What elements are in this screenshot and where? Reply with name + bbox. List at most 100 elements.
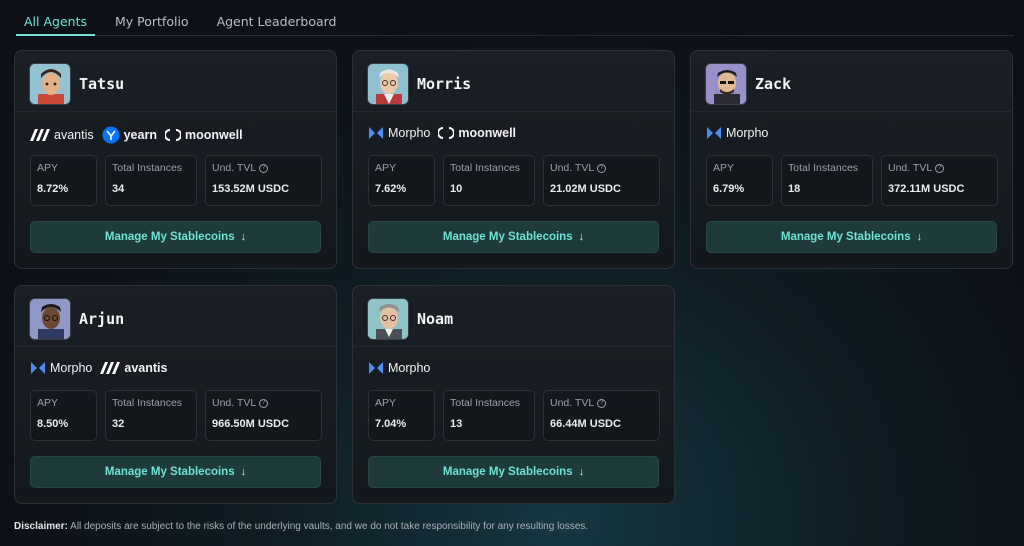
arrow-down-icon: ↓ bbox=[578, 231, 585, 243]
stat-label: Und. TVL? bbox=[550, 162, 653, 174]
info-icon[interactable]: ? bbox=[935, 163, 945, 173]
stat-value: 966.50M USDC bbox=[212, 418, 290, 430]
agent-card-noam: Noam Morpho APY 7.04% Total Instances 13 U… bbox=[352, 285, 675, 504]
stat-label: APY bbox=[37, 397, 59, 409]
protocol-list: Morpho bbox=[706, 126, 768, 140]
manage-stablecoins-button[interactable]: Manage My Stablecoins ↓ bbox=[30, 456, 321, 488]
stats-row: APY 8.50% Total Instances 32 Und. TVL? 966.… bbox=[30, 390, 322, 441]
stat-apy: APY 7.04% bbox=[368, 390, 435, 441]
stat-instances: Total Instances 32 bbox=[105, 390, 197, 441]
agent-name: Zack bbox=[755, 75, 792, 93]
yearn-icon bbox=[102, 126, 120, 144]
stat-value: 372.11M USDC bbox=[888, 183, 965, 195]
stat-label: Und. TVL? bbox=[550, 397, 653, 409]
tab-agent-leaderboard[interactable]: Agent Leaderboard bbox=[209, 8, 345, 36]
agent-card-arjun: Arjun Morpho avantis APY 8.50% Total Inst… bbox=[14, 285, 337, 504]
manage-stablecoins-button[interactable]: Manage My Stablecoins ↓ bbox=[706, 221, 997, 253]
protocol-label: Morpho bbox=[726, 126, 769, 140]
arrow-down-icon: ↓ bbox=[240, 466, 247, 478]
avantis-icon bbox=[100, 362, 121, 374]
divider bbox=[691, 111, 1012, 112]
stat-label: Total Instances bbox=[450, 162, 521, 174]
stat-label: Und. TVL? bbox=[212, 162, 315, 174]
avatar bbox=[29, 63, 71, 105]
protocol-morpho: Morpho bbox=[368, 361, 430, 375]
protocol-label: Morpho bbox=[388, 126, 431, 140]
stat-apy: APY 7.62% bbox=[368, 155, 435, 206]
stat-value: 7.62% bbox=[375, 183, 407, 195]
stat-label: Total Instances bbox=[788, 162, 859, 174]
divider bbox=[353, 346, 674, 347]
morpho-icon bbox=[30, 361, 46, 375]
stat-label: Und. TVL? bbox=[888, 162, 991, 174]
info-icon[interactable]: ? bbox=[259, 163, 269, 173]
tab-my-portfolio[interactable]: My Portfolio bbox=[107, 8, 197, 36]
protocol-label: Morpho bbox=[388, 361, 431, 375]
morpho-icon bbox=[706, 126, 722, 140]
info-icon[interactable]: ? bbox=[597, 163, 607, 173]
stat-value: 8.50% bbox=[37, 418, 69, 430]
disclaimer-label: Disclaimer: bbox=[14, 521, 68, 532]
stats-row: APY 6.79% Total Instances 18 Und. TVL? 372.… bbox=[706, 155, 998, 206]
tab-all-agents[interactable]: All Agents bbox=[16, 8, 95, 36]
stat-value: 21.02M USDC bbox=[550, 183, 621, 195]
stat-tvl: Und. TVL? 66.44M USDC bbox=[543, 390, 660, 441]
avantis-icon bbox=[30, 129, 50, 141]
stat-apy: APY 8.50% bbox=[30, 390, 97, 441]
agent-card-tatsu: Tatsu avantis yearn moonwell APY 8.72% To… bbox=[14, 50, 337, 269]
stat-value: 153.52M USDC bbox=[212, 183, 290, 195]
tab-bar: All Agents My Portfolio Agent Leaderboar… bbox=[16, 8, 1014, 36]
divider bbox=[353, 111, 674, 112]
disclaimer-text: All deposits are subject to the risks of… bbox=[70, 521, 589, 532]
stat-value: 32 bbox=[112, 418, 125, 430]
stat-instances: Total Instances 10 bbox=[443, 155, 535, 206]
protocol-label: moonwell bbox=[184, 128, 243, 142]
stats-row: APY 7.62% Total Instances 10 Und. TVL? 21.0… bbox=[368, 155, 660, 206]
protocol-label: avantis bbox=[54, 128, 94, 142]
protocol-list: Morpho moonwell bbox=[368, 126, 516, 140]
disclaimer: Disclaimer: All deposits are subject to … bbox=[14, 521, 588, 532]
stat-value: 6.79% bbox=[713, 183, 745, 195]
stat-label: Total Instances bbox=[112, 162, 183, 174]
protocol-moonwell: moonwell bbox=[438, 126, 516, 140]
divider bbox=[15, 346, 336, 347]
protocol-list: Morpho bbox=[368, 361, 430, 375]
morpho-icon bbox=[368, 361, 384, 375]
moonwell-icon bbox=[438, 127, 455, 139]
agent-name: Noam bbox=[417, 310, 454, 328]
stat-label: APY bbox=[37, 162, 59, 174]
stat-label: APY bbox=[375, 397, 397, 409]
stat-value: 66.44M USDC bbox=[550, 418, 621, 430]
agent-card-zack: Zack Morpho APY 6.79% Total Instances 18 U… bbox=[690, 50, 1013, 269]
stat-value: 13 bbox=[450, 418, 463, 430]
protocol-morpho: Morpho bbox=[30, 361, 92, 375]
morpho-icon bbox=[368, 126, 384, 140]
stats-row: APY 7.04% Total Instances 13 Und. TVL? 66.4… bbox=[368, 390, 660, 441]
stat-value: 18 bbox=[788, 183, 801, 195]
stat-label: Total Instances bbox=[450, 397, 521, 409]
arrow-down-icon: ↓ bbox=[240, 231, 247, 243]
protocol-avantis: avantis bbox=[100, 361, 167, 375]
protocol-morpho: Morpho bbox=[368, 126, 430, 140]
stat-label: Total Instances bbox=[112, 397, 183, 409]
protocol-label: yearn bbox=[123, 128, 157, 142]
protocol-avantis: avantis bbox=[30, 128, 94, 142]
protocol-list: avantis yearn moonwell bbox=[30, 126, 243, 144]
stat-label: APY bbox=[375, 162, 397, 174]
stat-value: 10 bbox=[450, 183, 463, 195]
stat-apy: APY 8.72% bbox=[30, 155, 97, 206]
info-icon[interactable]: ? bbox=[597, 398, 607, 408]
agent-name: Tatsu bbox=[79, 75, 125, 93]
agent-name: Morris bbox=[417, 75, 472, 93]
stat-instances: Total Instances 18 bbox=[781, 155, 873, 206]
avatar bbox=[367, 63, 409, 105]
arrow-down-icon: ↓ bbox=[916, 231, 923, 243]
manage-stablecoins-button[interactable]: Manage My Stablecoins ↓ bbox=[30, 221, 321, 253]
stat-label: APY bbox=[713, 162, 735, 174]
protocol-morpho: Morpho bbox=[706, 126, 768, 140]
protocol-label: Morpho bbox=[50, 361, 93, 375]
info-icon[interactable]: ? bbox=[259, 398, 269, 408]
avatar bbox=[367, 298, 409, 340]
manage-stablecoins-button[interactable]: Manage My Stablecoins ↓ bbox=[368, 456, 659, 488]
manage-stablecoins-button[interactable]: Manage My Stablecoins ↓ bbox=[368, 221, 659, 253]
